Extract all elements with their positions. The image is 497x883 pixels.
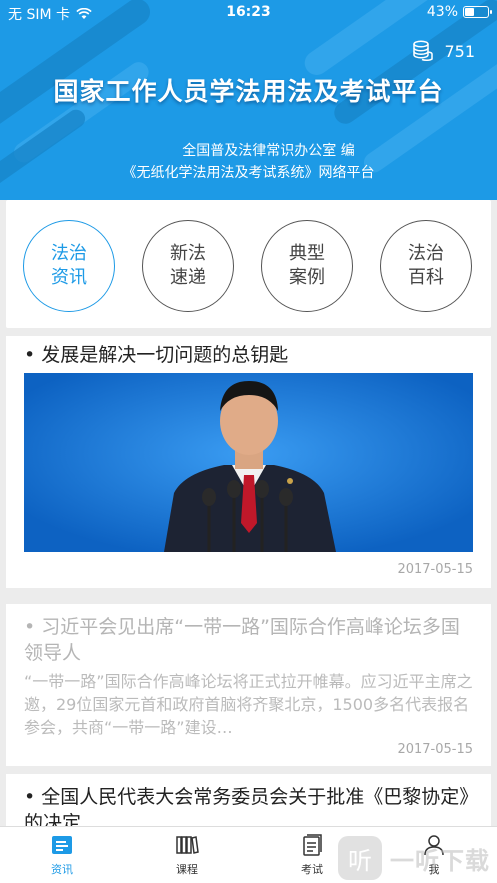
watermark: 听 一听下载: [338, 836, 490, 880]
article-title: • 发展是解决一切问题的总钥匙: [24, 344, 289, 366]
category-new-laws[interactable]: 新法 速递: [142, 220, 234, 312]
news-icon: [52, 836, 72, 854]
article-card[interactable]: • 习近平会见出席“一带一路”国际合作高峰论坛多国领导人 “一带一路”国际合作高…: [6, 604, 491, 766]
tab-courses[interactable]: 课程: [152, 833, 222, 877]
article-title: • 习近平会见出席“一带一路”国际合作高峰论坛多国领导人: [24, 616, 460, 664]
watermark-logo: 听: [338, 836, 382, 880]
category-label: 速递: [170, 267, 206, 288]
status-bar: 无 SIM 卡 16:23 43%: [0, 0, 497, 26]
article-photo: [24, 373, 473, 552]
clock: 16:23: [226, 4, 271, 20]
publisher-line: 全国普及法律常识办公室 编: [182, 143, 355, 159]
app-header: 无 SIM 卡 16:23 43% 751 国家工作人员学法用法及考试平台 全国…: [0, 0, 497, 200]
coins-icon: [413, 40, 434, 62]
platform-line: 《无纸化学法用法及考试系统》网络平台: [122, 165, 375, 181]
watermark-text: 一听下载: [390, 846, 490, 875]
article-card[interactable]: • 全国人民代表大会常务委员会关于批准《巴黎协定》的决定: [6, 774, 491, 834]
article-date: 2017-05-15: [397, 562, 473, 577]
coin-balance[interactable]: 751: [412, 40, 475, 62]
article-card[interactable]: • 发展是解决一切问题的总钥匙 2017-05-15: [6, 336, 491, 588]
category-label: 法治: [51, 243, 87, 264]
tab-label: 考试: [301, 863, 323, 876]
battery-percent: 43%: [426, 4, 458, 20]
exam-icon: [303, 834, 322, 856]
battery-icon: [463, 6, 492, 18]
article-summary: “一带一路”国际合作高峰论坛将正式拉开帷幕。应习近平主席之邀，29位国家元首和政…: [24, 672, 473, 737]
category-label: 新法: [170, 243, 206, 264]
category-label: 资讯: [51, 267, 87, 288]
books-icon: [176, 836, 199, 854]
tab-exam[interactable]: 考试: [277, 833, 347, 877]
coin-count: 751: [444, 41, 475, 61]
page-title: 国家工作人员学法用法及考试平台: [53, 77, 444, 106]
battery-fill: [465, 8, 475, 16]
article-date: 2017-05-15: [397, 742, 473, 757]
category-label: 案例: [289, 267, 325, 288]
category-typical-cases[interactable]: 典型 案例: [261, 220, 353, 312]
category-label: 法治: [408, 243, 444, 264]
speaker-photo-illustration: [24, 373, 473, 552]
category-label: 典型: [289, 243, 325, 264]
category-legal-encyclopedia[interactable]: 法治 百科: [380, 220, 472, 312]
tab-news[interactable]: 资讯: [27, 833, 97, 877]
tab-label: 资讯: [51, 863, 73, 876]
category-bar: 法治资讯 新法速递 典型案例 法治百科: [6, 200, 491, 328]
tab-label: 课程: [176, 863, 198, 876]
category-legal-news[interactable]: 法治 资讯: [23, 220, 115, 312]
category-label: 百科: [408, 267, 444, 288]
